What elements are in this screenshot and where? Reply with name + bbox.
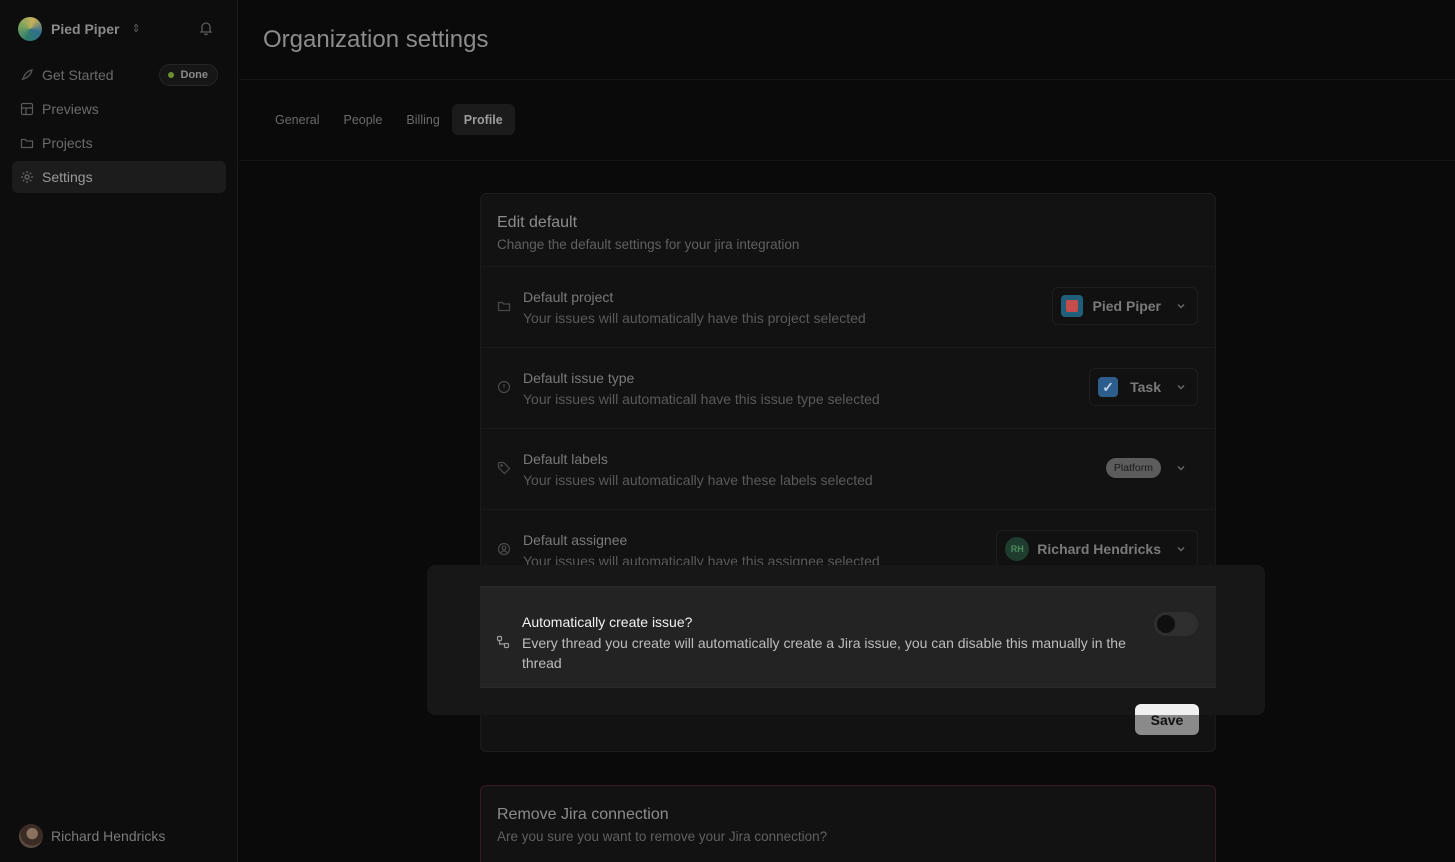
select-value: Task	[1130, 379, 1161, 395]
status-badge-label: Done	[180, 69, 209, 81]
card-title: Remove Jira connection	[497, 806, 669, 823]
chevron-down-icon	[1177, 466, 1185, 471]
workflow-icon	[496, 635, 510, 649]
info-circle-icon	[497, 380, 511, 394]
labels-select[interactable]: Platform	[1097, 449, 1198, 487]
default-issue-type-row: Default issue type Your issues will auto…	[481, 347, 1215, 428]
sidebar-item-label: Projects	[42, 135, 93, 151]
card-subtitle: Are you sure you want to remove your Jir…	[497, 829, 828, 844]
default-project-row: Default project Your issues will automat…	[481, 266, 1215, 347]
bell-icon[interactable]	[198, 20, 214, 36]
tab-billing[interactable]: Billing	[394, 104, 451, 135]
row-title: Default issue type	[523, 370, 635, 386]
org-switcher[interactable]: Pied Piper ⇕	[18, 16, 222, 42]
auto-create-toggle[interactable]	[1154, 612, 1198, 636]
remove-jira-card: Remove Jira connection Are you sure you …	[480, 785, 1216, 862]
tab-general[interactable]: General	[263, 104, 331, 135]
status-dot	[167, 72, 174, 78]
row-title: Default assignee	[523, 532, 628, 548]
avatar: RH	[1005, 537, 1030, 561]
toggle-knob	[1157, 615, 1175, 633]
sidebar-item-get-started[interactable]: Get Started Done	[12, 59, 226, 91]
user-name: Richard Hendricks	[51, 828, 166, 844]
chevron-up-down-icon: ⇕	[131, 22, 141, 35]
org-name: Pied Piper	[51, 21, 120, 37]
user-menu[interactable]: Richard Hendricks	[19, 824, 165, 848]
chevron-down-icon	[1177, 385, 1185, 390]
row-title: Default labels	[523, 451, 608, 467]
divider	[239, 160, 1455, 161]
sidebar: Pied Piper ⇕ Get Started Done Previews P…	[0, 0, 238, 862]
row-description: Your issues will automaticall have this …	[523, 391, 880, 407]
avatar	[19, 824, 43, 848]
select-value: Richard Hendricks	[1037, 541, 1161, 557]
divider	[239, 79, 1455, 80]
card-subtitle: Change the default settings for your jir…	[497, 237, 800, 252]
issue-type-select[interactable]: ✓ Task	[1089, 368, 1198, 406]
gear-icon	[21, 171, 33, 183]
select-value: Pied Piper	[1092, 298, 1161, 314]
org-logo	[18, 17, 42, 41]
folder-icon	[20, 138, 34, 149]
tag-icon	[497, 461, 511, 475]
rocket-icon	[21, 69, 33, 81]
main-content: Organization settings General People Bil…	[239, 0, 1455, 862]
sidebar-item-projects[interactable]: Projects	[12, 127, 226, 159]
label-pill: Platform	[1105, 458, 1161, 478]
card-title: Edit default	[497, 214, 578, 231]
checkmark-icon: ✓	[1098, 377, 1119, 397]
status-badge: Done	[158, 64, 218, 86]
auto-create-issue-row: Automatically create issue? Every thread…	[480, 586, 1216, 688]
app: Pied Piper ⇕ Get Started Done Previews P…	[0, 0, 1455, 862]
save-button[interactable]: Save	[1135, 704, 1199, 735]
tab-people[interactable]: People	[331, 104, 394, 135]
chevron-down-icon	[1177, 547, 1185, 552]
default-labels-row: Default labels Your issues will automati…	[481, 428, 1215, 509]
grid-icon	[20, 102, 34, 116]
project-icon	[1060, 295, 1083, 317]
row-description: Every thread you create will automatical…	[522, 635, 1126, 671]
tab-bar: General People Billing Profile	[263, 104, 515, 135]
sidebar-item-label: Previews	[42, 101, 99, 117]
project-select[interactable]: Pied Piper	[1051, 287, 1198, 325]
assignee-select[interactable]: RH Richard Hendricks	[996, 530, 1198, 568]
sidebar-item-label: Settings	[42, 169, 93, 185]
sidebar-item-label: Get Started	[42, 67, 114, 83]
chevron-down-icon	[1177, 304, 1185, 309]
sidebar-item-settings[interactable]: Settings	[12, 161, 226, 193]
row-title: Automatically create issue?	[522, 614, 693, 630]
page-title: Organization settings	[263, 26, 489, 53]
folder-icon	[497, 301, 511, 312]
row-description: Your issues will automatically have this…	[523, 310, 866, 326]
tab-profile[interactable]: Profile	[451, 104, 515, 135]
sidebar-item-previews[interactable]: Previews	[12, 93, 226, 125]
user-circle-icon	[497, 542, 511, 556]
row-title: Default project	[523, 289, 614, 305]
row-description: Your issues will automatically have thes…	[523, 472, 873, 488]
